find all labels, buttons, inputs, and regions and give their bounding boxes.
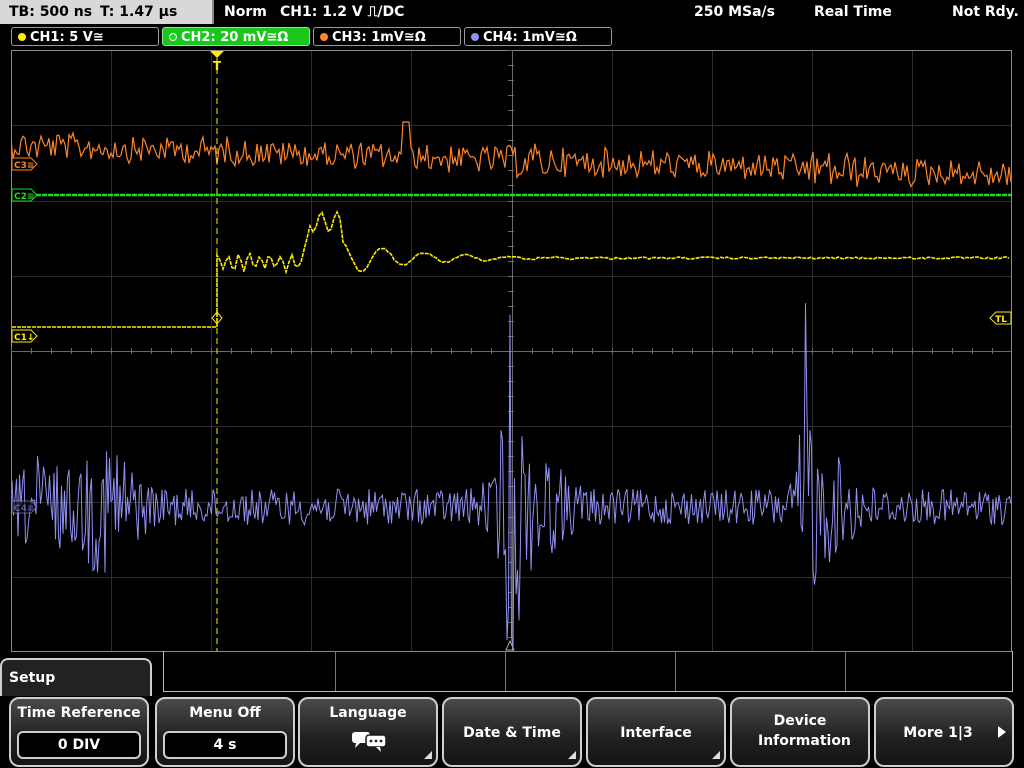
ch3-offset-marker[interactable]: C3≡	[11, 157, 38, 171]
time-reference-value: 0 DIV	[17, 731, 141, 759]
ch2-color-dot	[169, 33, 177, 41]
next-page-icon	[998, 726, 1006, 738]
menu-off-value: 4 s	[163, 731, 287, 759]
softkey-title: Device Information	[758, 713, 851, 749]
sample-rate: 250 MSa/s	[694, 4, 776, 20]
channel-tab-label: CH2: 20 mV≅Ω	[181, 30, 289, 45]
channel-tab-ch1[interactable]: CH1: 5 V≅	[11, 27, 159, 46]
status-bar: Norm CH1: 1.2 V ⎍/DC 250 MSa/s Real Time…	[214, 0, 1024, 24]
menu-title: Setup	[9, 670, 56, 686]
softkey-title: Date & Time	[463, 725, 561, 741]
ch3-color-dot	[320, 33, 328, 41]
ch1-marker-label: C1↓	[14, 333, 34, 343]
acquisition-mode: Real Time	[814, 4, 892, 20]
device-information-softkey[interactable]: Device Information	[730, 697, 870, 767]
trigger-info[interactable]: CH1: 1.2 V ⎍/DC	[280, 0, 404, 24]
ch4-marker-label: C4≡	[14, 504, 34, 514]
trigger-time-value: T: 1.47 µs	[100, 4, 178, 20]
ch1-offset-marker[interactable]: C1↓	[11, 329, 38, 343]
ch3-marker-label: C3≡	[14, 161, 34, 171]
acquisition-state: Not Rdy.	[952, 4, 1019, 20]
menu-info-strip	[163, 651, 1013, 692]
softkey-title: Interface	[620, 725, 692, 741]
softkey-title: Language	[329, 705, 407, 721]
submenu-indicator-icon	[424, 751, 432, 759]
trigger-marker-label: T	[213, 59, 222, 73]
menu-title-tab: Setup	[0, 658, 152, 696]
channel-tab-ch3[interactable]: CH3: 1mV≅Ω	[313, 27, 461, 46]
interface-softkey[interactable]: Interface	[586, 697, 726, 767]
ch4-color-dot	[471, 33, 479, 41]
softkey-title: Menu Off	[189, 705, 261, 721]
ch2-marker-label: C2≡	[14, 192, 34, 202]
waveform-display[interactable]: T TL C3≡ C2≡ C1↓ C4≡	[11, 50, 1012, 652]
date-time-softkey[interactable]: Date & Time	[442, 697, 582, 767]
timebase-panel[interactable]: TB: 500 ns T: 1.47 µs	[0, 0, 214, 24]
channel-tab-label: CH3: 1mV≅Ω	[332, 30, 426, 45]
trigger-level-label: TL	[995, 315, 1007, 325]
trigger-mode[interactable]: Norm	[224, 0, 267, 24]
ch1-color-dot	[18, 33, 26, 41]
speech-bubbles-icon	[352, 732, 387, 752]
ch4-offset-marker[interactable]: C4≡	[11, 500, 38, 514]
submenu-indicator-icon	[712, 751, 720, 759]
channel-tab-label: CH4: 1mV≅Ω	[483, 30, 577, 45]
language-softkey[interactable]: Language	[298, 697, 438, 767]
softkey-title: More 1|3	[903, 725, 973, 741]
ch2-offset-marker[interactable]: C2≡	[11, 188, 38, 202]
more-softkey[interactable]: More 1|3	[874, 697, 1014, 767]
softkey-title: Time Reference	[17, 705, 141, 721]
submenu-indicator-icon	[568, 751, 576, 759]
time-reference-softkey[interactable]: Time Reference 0 DIV	[9, 697, 149, 767]
timebase-value: TB: 500 ns	[9, 4, 93, 20]
channel-tab-ch2[interactable]: CH2: 20 mV≅Ω	[162, 27, 310, 46]
channel-tab-label: CH1: 5 V≅	[30, 30, 104, 45]
channel-tab-ch4[interactable]: CH4: 1mV≅Ω	[464, 27, 612, 46]
menu-off-softkey[interactable]: Menu Off 4 s	[155, 697, 295, 767]
